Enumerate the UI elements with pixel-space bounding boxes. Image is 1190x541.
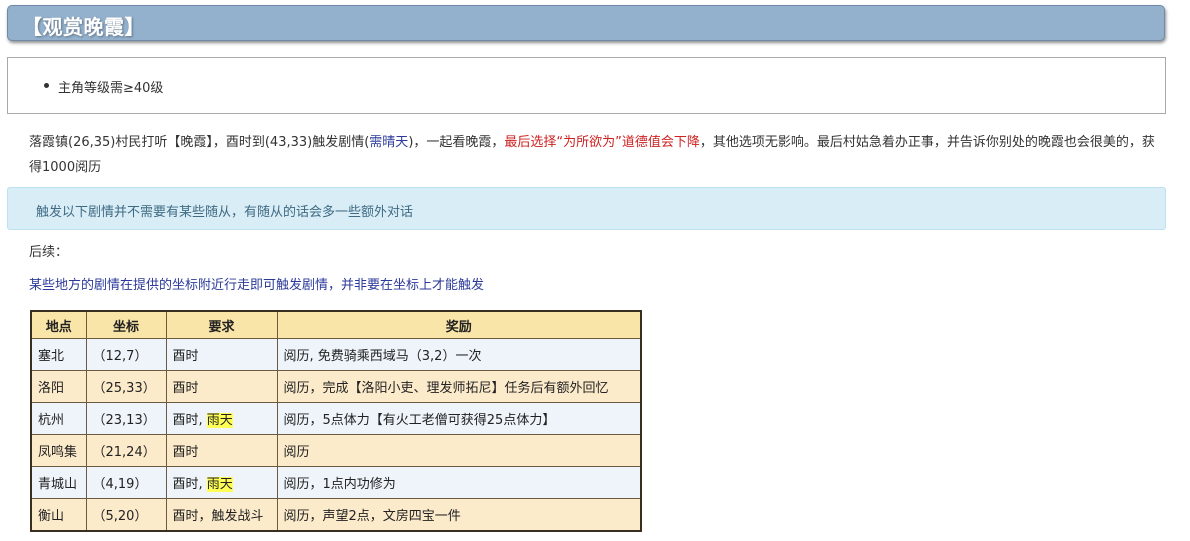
cell-requirement: 酉时 (165, 370, 278, 403)
requirement-text: 主角等级需≥40级 (58, 81, 164, 96)
table-row: 青城山 （4,19） 酉时, 雨天 阅历，1点内功修为 (30, 466, 642, 499)
quest-description: 落霞镇(26,35)村民打听【晚霞】，酉时到(43,33)触发剧情(需晴天)，一… (29, 130, 1164, 180)
section-title-bar: 【观赏晚霞】 (7, 5, 1165, 41)
cell-requirement: 酉时 (165, 338, 278, 371)
cell-coord: （25,33） (85, 370, 167, 403)
bullet-icon (44, 83, 49, 88)
requirement-time: 酉时 (172, 445, 199, 460)
cell-requirement: 酉时, 雨天 (165, 466, 278, 499)
cell-coord: （21,24） (85, 434, 167, 467)
cell-reward: 阅历，完成【洛阳小吏、理发师拓尼】任务后有额外回忆 (276, 370, 642, 403)
table-row: 塞北 （12,7） 酉时 阅历, 免费骑乘西域马（3,2）一次 (30, 338, 642, 371)
cell-requirement: 酉时, 雨天 (165, 402, 278, 435)
morality-warning: 最后选择“为所欲为”道德值会下降 (504, 135, 700, 150)
table-row: 杭州 （23,13） 酉时, 雨天 阅历，5点体力【有火工老僧可获得25点体力】 (30, 402, 642, 435)
section-title: 【观赏晚霞】 (22, 15, 145, 39)
requirements-box: 主角等级需≥40级 (7, 57, 1166, 114)
cell-requirement: 酉时，触发战斗 (165, 498, 278, 532)
cell-coord: （23,13） (85, 402, 167, 435)
header-requirement: 要求 (165, 310, 278, 339)
header-coord: 坐标 (85, 310, 167, 339)
info-alert: 触发以下剧情并不需要有某些随从，有随从的话会多一些额外对话 (7, 187, 1166, 230)
cell-place: 凤鸣集 (30, 434, 87, 467)
header-place: 地点 (30, 310, 87, 339)
description-part2: )，一起看晚霞， (408, 135, 505, 150)
table-row: 凤鸣集 （21,24） 酉时 阅历 (30, 434, 642, 467)
info-alert-text: 触发以下剧情并不需要有某些随从，有随从的话会多一些额外对话 (36, 205, 414, 220)
followup-label: 后续： (29, 245, 69, 260)
cell-place: 衡山 (30, 498, 87, 532)
weather-condition: 需晴天 (369, 135, 409, 150)
cell-coord: （5,20） (85, 498, 167, 532)
cell-place: 塞北 (30, 338, 87, 371)
table-row: 衡山 （5,20） 酉时，触发战斗 阅历，声望2点，文房四宝一件 (30, 498, 642, 532)
cell-reward: 阅历，1点内功修为 (276, 466, 642, 499)
requirement-time: 酉时 (172, 381, 199, 396)
table-header-row: 地点 坐标 要求 奖励 (30, 310, 642, 339)
cell-reward: 阅历 (276, 434, 642, 467)
cell-place: 杭州 (30, 402, 87, 435)
description-part1: 落霞镇(26,35)村民打听【晚霞】，酉时到(43,33)触发剧情( (29, 135, 370, 150)
cell-reward: 阅历, 免费骑乘西域马（3,2）一次 (276, 338, 642, 371)
rain-highlight: 雨天 (206, 477, 233, 492)
table-row: 洛阳 （25,33） 酉时 阅历，完成【洛阳小吏、理发师拓尼】任务后有额外回忆 (30, 370, 642, 403)
rain-highlight: 雨天 (206, 413, 233, 428)
requirement-time: 酉时, (172, 477, 207, 492)
followup-table: 地点 坐标 要求 奖励 塞北 （12,7） 酉时 阅历, 免费骑乘西域马（3,2… (30, 310, 642, 532)
cell-place: 青城山 (30, 466, 87, 499)
cell-place: 洛阳 (30, 370, 87, 403)
requirement-item: 主角等级需≥40级 (44, 77, 164, 96)
cell-coord: （12,7） (85, 338, 167, 371)
requirement-time: 酉时, (172, 413, 207, 428)
header-reward: 奖励 (276, 310, 642, 339)
cell-reward: 阅历，声望2点，文房四宝一件 (276, 498, 642, 532)
cell-coord: （4,19） (85, 466, 167, 499)
requirement-time: 酉时 (172, 349, 199, 364)
cell-reward: 阅历，5点体力【有火工老僧可获得25点体力】 (276, 402, 642, 435)
cell-requirement: 酉时 (165, 434, 278, 467)
requirement-time: 酉时，触发战斗 (172, 509, 264, 524)
trigger-note: 某些地方的剧情在提供的坐标附近行走即可触发剧情，并非要在坐标上才能触发 (29, 278, 485, 293)
